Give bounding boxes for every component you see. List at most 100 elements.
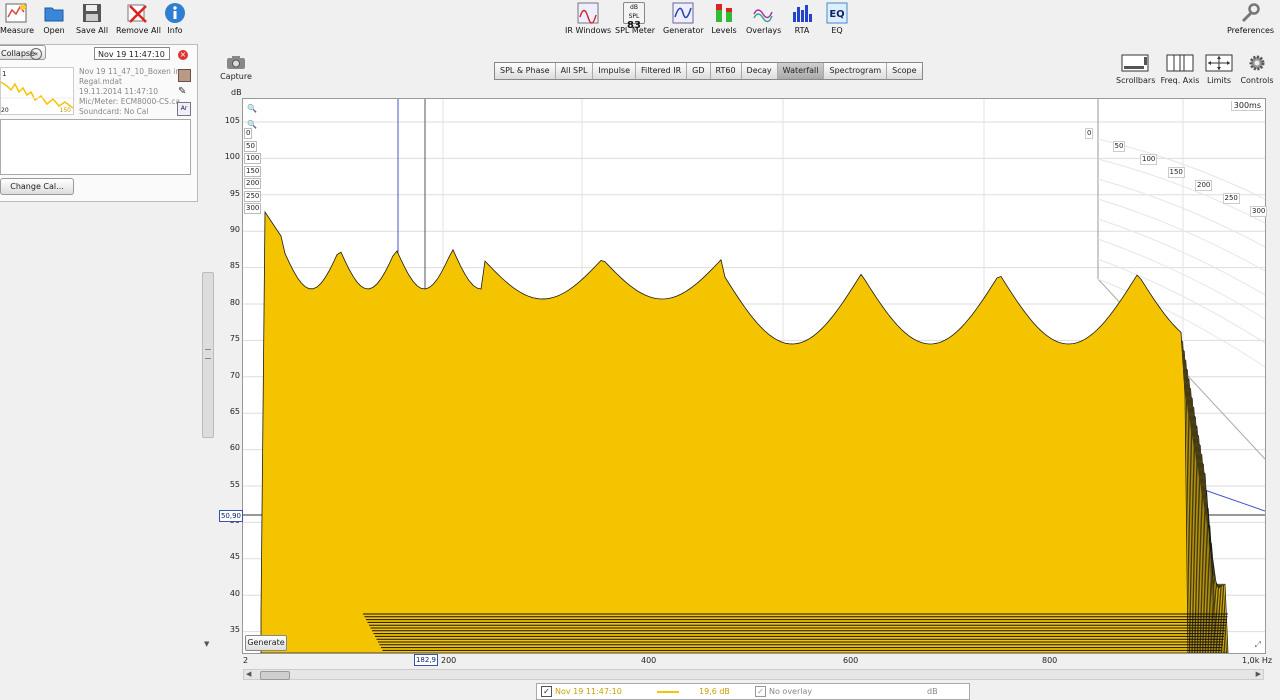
time-slice-label: 100 (1140, 154, 1158, 165)
info-icon (165, 3, 185, 23)
collapse-chevron-icon: « (30, 48, 42, 60)
remove-all-button[interactable]: Remove All (116, 2, 161, 35)
save-icon (83, 4, 101, 22)
open-button[interactable]: Open (40, 2, 68, 35)
tab-filtered-ir[interactable]: Filtered IR (636, 63, 688, 79)
time-slice-label: 200 (1195, 180, 1213, 191)
tab-scope[interactable]: Scope (887, 63, 921, 79)
ir-windows-button[interactable]: IR Windows (565, 2, 611, 35)
y-tick-label: 40 (229, 588, 240, 598)
limits-label: Limits (1207, 76, 1231, 85)
generate-button[interactable]: Generate (245, 635, 287, 651)
info-line-filename: Nov 19 11_47_10_Boxen in (79, 67, 181, 76)
time-axis-label: 300ms (1230, 101, 1263, 111)
time-slice-label: 250 (244, 190, 262, 202)
spl-badge-unit: dB SPL (628, 4, 640, 20)
tab-waterfall[interactable]: Waterfall (777, 63, 825, 79)
edit-pen-icon[interactable]: ✎ (178, 86, 189, 97)
mic-cal-icon[interactable] (178, 69, 191, 82)
y-tick-label: 100 (224, 152, 240, 162)
capture-label: Capture (220, 72, 252, 81)
freq-axis-button[interactable]: Freq. Axis (1160, 54, 1200, 85)
spl-meter-label: SPL Meter (615, 26, 656, 35)
cursor-frequency-readout: 182,9 (414, 654, 438, 666)
collapse-button[interactable]: Collapse « (0, 45, 46, 60)
x-tick-label: 800 (1042, 656, 1058, 665)
scrollbars-icon (1121, 54, 1149, 72)
controls-button[interactable]: Controls (1240, 54, 1274, 85)
measurement-thumbnail[interactable]: 1 20 150 (0, 67, 74, 115)
info-button[interactable]: Info (164, 2, 186, 35)
panel-splitter[interactable] (202, 272, 214, 438)
legend-bar: ✓ Nov 19 11:47:10 19,6 dB ✓ No overlay d… (536, 683, 970, 700)
tab-gd[interactable]: GD (687, 63, 711, 79)
preferences-label: Preferences (1227, 26, 1275, 35)
horizontal-scrollbar[interactable]: ◀ ▶ (243, 669, 1264, 680)
measurement-visible-checkbox[interactable]: ✓ (541, 686, 552, 697)
view-reset-icon[interactable]: ⤢ (1255, 640, 1261, 650)
y-tick-label: 90 (229, 225, 240, 235)
tab-spl-phase[interactable]: SPL & Phase (495, 63, 556, 79)
measurement-info: Nov 19 11_47_10_Boxen in Regal.mdat 19.1… (79, 67, 180, 117)
scroll-thumb[interactable] (260, 671, 290, 680)
save-all-button[interactable]: Save All (76, 2, 108, 35)
rta-icon (793, 5, 812, 22)
freq-axis-icon (1166, 54, 1194, 72)
scroll-down-arrow-icon[interactable]: ▼ (204, 640, 209, 648)
y-tick-label: 55 (229, 479, 240, 489)
time-slice-label: 150 (1167, 167, 1185, 178)
tab-all-spl[interactable]: All SPL (556, 63, 594, 79)
remove-all-label: Remove All (116, 26, 161, 35)
tab-spectrogram[interactable]: Spectrogram (824, 63, 888, 79)
overlays-button[interactable]: Overlays (746, 2, 781, 35)
waterfall-plot (243, 99, 1265, 653)
scroll-right-arrow-icon[interactable]: ▶ (1256, 670, 1261, 678)
waterfall-slice (260, 210, 1189, 653)
gear-icon (1249, 55, 1265, 71)
tab-impulse[interactable]: Impulse (593, 63, 637, 79)
legend-measurement-name: Nov 19 11:47:10 (555, 687, 622, 696)
scroll-left-arrow-icon[interactable]: ◀ (246, 670, 251, 678)
remove-measurement-icon[interactable]: × (178, 50, 188, 60)
thumbnail-x-label-2: 150 (59, 107, 71, 114)
levels-button[interactable]: Levels (711, 2, 737, 35)
capture-button[interactable]: Capture (220, 55, 252, 81)
rta-button[interactable]: RTA (790, 2, 814, 35)
spl-meter-button[interactable]: dB SPL 83 SPL Meter (615, 2, 656, 35)
legend-color-line (657, 691, 679, 693)
time-slice-label: 300 (1250, 206, 1268, 217)
scrollbars-button[interactable]: Scrollbars (1116, 54, 1155, 85)
tab-decay[interactable]: Decay (742, 63, 778, 79)
waterfall-graph[interactable]: 300ms Generate 🔍 🔍 ⤢ (242, 98, 1266, 654)
notes-icon[interactable]: Ar (177, 102, 191, 116)
camera-icon (227, 56, 245, 69)
legend-value: 19,6 dB (699, 687, 730, 696)
freq-axis-label: Freq. Axis (1160, 76, 1200, 85)
change-cal-button[interactable]: Change Cal... (0, 178, 74, 195)
info-line-file-ext: Regal.mdat (79, 77, 122, 86)
levels-label: Levels (711, 26, 737, 35)
waterfall-slices (260, 210, 1229, 653)
limits-button[interactable]: Limits (1204, 54, 1234, 85)
legend-overlay-label: No overlay (769, 687, 813, 696)
measure-label: Measure (0, 26, 34, 35)
preferences-button[interactable]: Preferences (1227, 2, 1275, 35)
eq-label: EQ (831, 26, 843, 35)
zoom-icon[interactable]: 🔍 (247, 104, 257, 113)
overlay-checkbox[interactable]: ✓ (755, 686, 766, 697)
x-tick-label: 2 (243, 656, 249, 665)
eq-button[interactable]: EQ EQ (825, 2, 849, 35)
y-axis-unit: dB (231, 88, 242, 97)
controls-label: Controls (1240, 76, 1274, 85)
y-tick-label: 105 (224, 116, 240, 125)
y-tick-label: 35 (229, 625, 240, 634)
generator-button[interactable]: Generator (663, 2, 704, 35)
y-tick-label: 85 (229, 261, 240, 271)
notes-textarea[interactable] (0, 119, 191, 175)
measure-button[interactable]: Measure (0, 2, 34, 35)
tab-rt60[interactable]: RT60 (711, 63, 742, 79)
generator-icon (672, 2, 694, 24)
measurement-name-field[interactable]: Nov 19 11:47:10 (94, 47, 170, 60)
graph-tabs: SPL & Phase All SPL Impulse Filtered IR … (494, 62, 923, 80)
info-line-date: 19.11.2014 11:47:10 (79, 87, 159, 96)
